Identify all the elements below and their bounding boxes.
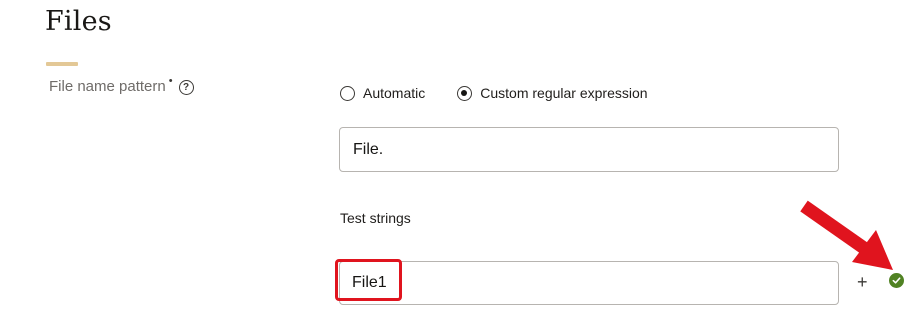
test-strings-label: Test strings (340, 210, 411, 226)
file-name-pattern-label-text: File name pattern (49, 78, 166, 95)
file-name-pattern-label: File name pattern • ? (49, 75, 194, 95)
check-circle-icon (889, 273, 904, 288)
radio-option-automatic[interactable]: Automatic (340, 85, 425, 101)
radio-automatic-label: Automatic (363, 85, 426, 101)
regex-input-value: File. (353, 140, 384, 158)
regex-input[interactable]: File. (339, 127, 839, 172)
test-string-input[interactable]: File1 (339, 261, 839, 305)
file-name-pattern-radio-group: Automatic Custom regular expression (340, 85, 680, 101)
checkmark-glyph (892, 277, 901, 284)
required-indicator: • (168, 75, 173, 87)
files-panel: Files File name pattern • ? Automatic Cu… (0, 0, 923, 325)
radio-automatic[interactable] (340, 85, 355, 101)
add-test-string-button[interactable]: + (857, 272, 868, 292)
page-title: Files (45, 6, 112, 37)
radio-custom-regex[interactable] (457, 85, 473, 101)
radio-custom-regex-label: Custom regular expression (480, 85, 648, 101)
help-icon[interactable]: ? (178, 80, 194, 95)
highlight-box (335, 259, 402, 301)
title-accent-underline (46, 62, 78, 66)
radio-option-custom-regex[interactable]: Custom regular expression (457, 85, 648, 101)
